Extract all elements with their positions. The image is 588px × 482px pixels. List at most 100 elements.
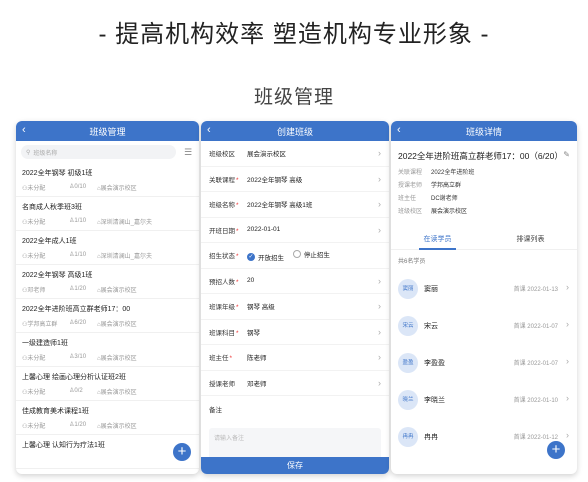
title-bar: ‹ 班级详情 (391, 121, 577, 141)
teacher: ⚇ 未分配 (22, 251, 69, 260)
teacher: ⚇ 未分配 (22, 421, 69, 430)
field-value: 邓老师 (247, 380, 267, 388)
student-row[interactable]: 宋云 宋云 首课 2022-01-07 › (391, 307, 577, 344)
filter-icon[interactable]: ☰ (182, 147, 194, 158)
save-button[interactable]: 保存 (201, 457, 389, 474)
class-name: 2022全年钢琴 初级1班 (22, 170, 93, 177)
class-list-screen: ‹ 班级管理 ⚲ 班级名称 ☰ 2022全年钢琴 初级1班 ⚇ 未分配 ♙ 0/10… (16, 121, 199, 474)
class-meta: ⚇ 未分配 ♙ 0/2 ⌂ 展会演示校区 (22, 387, 193, 396)
field-value: 2022全年钢琴 高级1班 (247, 202, 313, 210)
info-row: 授课老师 学邦高立群 (398, 180, 570, 193)
campus: ⌂ 展会演示校区 (97, 285, 137, 294)
chevron-right-icon: › (378, 275, 381, 286)
field-label: 预招人数 (209, 278, 235, 286)
field-value: 陈老师 (247, 355, 267, 363)
back-icon[interactable]: ‹ (397, 124, 401, 136)
required-mark: * (236, 304, 239, 312)
student-row[interactable]: 窦丽 窦丽 首课 2022-01-13 › (391, 270, 577, 307)
student-name: 宋云 (424, 322, 438, 330)
chevron-right-icon: › (566, 430, 569, 440)
tab-schedule[interactable]: 排课列表 (484, 232, 577, 249)
class-list-item[interactable]: 2022全年进阶班高立群老师17：00 ⚇ 学邦高立群 ♙ 6/20 ⌂ 展会演示校区 (16, 299, 199, 333)
class-list-item[interactable]: 2022全年钢琴 高级1班 ⚇ 邓老师 ♙ 1/20 ⌂ 展会演示校区 (16, 265, 199, 299)
tab-students[interactable]: 在读学员 (391, 232, 484, 250)
headline: - 提高机构效率 塑造机构专业形象 - (98, 21, 490, 48)
edit-icon[interactable]: ✎ (563, 150, 570, 159)
class-list-item[interactable]: 2022全年钢琴 初级1班 ⚇ 未分配 ♙ 0/10 ⌂ 展会演示校区 (16, 163, 199, 197)
campus-name: 展会演示校区 (100, 390, 137, 396)
first-lesson-date: 首课 2022-01-10 (513, 398, 558, 404)
campus: ⌂ 展会演示校区 (97, 421, 137, 430)
class-list-item[interactable]: 上馨心理 绘画心理分析认证班2班 ⚇ 未分配 ♙ 0/2 ⌂ 展会演示校区 (16, 367, 199, 401)
subtitle: 班级管理 (253, 87, 334, 108)
class-list-item[interactable]: 佳成教育美术课程1班 ⚇ 未分配 ♙ 1/20 ⌂ 展会演示校区 (16, 401, 199, 435)
enroll-count: ♙ 1/10 (69, 217, 97, 226)
back-icon[interactable]: ‹ (207, 124, 211, 136)
student-row[interactable]: 盈盈 李盈盈 首课 2022-01-07 › (391, 344, 577, 381)
field-value: 展会演示校区 (247, 151, 286, 159)
class-meta: ⚇ 学邦高立群 ♙ 6/20 ⌂ 展会演示校区 (22, 319, 193, 328)
info-key: 授课老师 (398, 183, 423, 189)
class-list-item[interactable]: 上馨心理 认知行为疗法1班 (16, 435, 199, 469)
back-icon[interactable]: ‹ (22, 124, 26, 136)
class-name: 上馨心理 认知行为疗法1班 (22, 442, 105, 449)
form-row[interactable]: 班主任* 陈老师 › (201, 345, 389, 371)
enroll-count: ♙ 0/10 (69, 183, 97, 192)
class-list-item[interactable]: 一级建造师1班 ⚇ 未分配 ♙ 3/10 ⌂ 展会演示校区 (16, 333, 199, 367)
teacher: ⚇ 未分配 (22, 217, 69, 226)
teacher: ⚇ 邓老师 (22, 285, 69, 294)
add-class-button[interactable]: + (173, 443, 191, 461)
class-list-item[interactable]: 名商成人秋季班3班 ⚇ 未分配 ♙ 1/10 ⌂ 深圳清澜山_嘉尔夫 (16, 197, 199, 231)
campus-name: 深圳清澜山_嘉尔夫 (100, 220, 152, 226)
class-list-item[interactable]: 2022全年成人1班 ⚇ 未分配 ♙ 1/10 ⌂ 深圳清澜山_嘉尔夫 (16, 231, 199, 265)
info-value: 学邦高立群 (431, 183, 462, 189)
required-mark: * (236, 227, 239, 235)
chevron-right-icon: › (378, 301, 381, 311)
field-value: 20 (247, 277, 255, 285)
teacher-name: 未分配 (27, 424, 46, 430)
campus: ⌂ 深圳清澜山_嘉尔夫 (97, 217, 152, 226)
radio-open-enroll[interactable]: ✓ 开放招生 (247, 252, 284, 262)
student-row[interactable]: 晓兰 李晓兰 首课 2022-01-10 › (391, 381, 577, 418)
teacher: ⚇ 未分配 (22, 353, 69, 362)
required-mark: * (236, 176, 239, 184)
form-row[interactable]: 预招人数* 20 › (201, 269, 389, 294)
form-row[interactable]: 班课科目* 钢琴 › (201, 320, 389, 345)
search-icon: ⚲ (26, 149, 31, 156)
campus-name: 展会演示校区 (100, 186, 137, 192)
field-label: 关联课程 (209, 176, 235, 184)
field-label: 班主任 (209, 355, 229, 363)
radio-label: 停止招生 (303, 251, 330, 259)
teacher-name: 未分配 (27, 186, 46, 192)
form-row[interactable]: 班级名称* 2022全年钢琴 高级1班 › (201, 192, 389, 218)
class-name: 名商成人秋季班3班 (22, 204, 82, 211)
chevron-right-icon: › (378, 224, 381, 235)
search-row: ⚲ 班级名称 ☰ (16, 141, 199, 163)
form-row[interactable]: 班级校区 展会演示校区 › (201, 141, 389, 167)
form-row[interactable]: 授课老师 邓老师 › (201, 371, 389, 396)
form-row[interactable]: 班课年级* 钢琴 高级 › (201, 294, 389, 320)
radio-stop-enroll[interactable]: 停止招生 (292, 249, 330, 259)
class-meta: ⚇ 未分配 ♙ 1/20 ⌂ 展会演示校区 (22, 421, 193, 430)
add-student-button[interactable]: + (547, 441, 565, 459)
enroll-count: ♙ 3/10 (69, 353, 97, 362)
count-value: 1/20 (74, 286, 87, 292)
title-bar: ‹ 班级管理 (16, 121, 199, 141)
class-title: 2022全年进阶班高立群老师17：00（6/20） (398, 151, 563, 161)
student-name: 窦丽 (424, 285, 438, 293)
avatar: 窦丽 (398, 278, 418, 299)
chevron-right-icon: › (378, 326, 381, 337)
first-lesson-date: 首课 2022-01-13 (513, 287, 558, 293)
count-value: 6/20 (74, 320, 87, 326)
note-placeholder: 请输入备注 (214, 435, 245, 442)
enroll-count: ♙ 6/20 (69, 319, 97, 328)
search-input[interactable]: ⚲ 班级名称 (21, 145, 176, 159)
screen-title: 班级详情 (465, 126, 502, 137)
form-row[interactable]: 开班日期* 2022-01-01 › (201, 218, 389, 243)
class-name: 上馨心理 绘画心理分析认证班2班 (22, 374, 126, 381)
campus-name: 深圳清澜山_嘉尔夫 (100, 254, 152, 260)
field-label: 备注 (209, 406, 222, 414)
class-meta: ⚇ 未分配 ♙ 0/10 ⌂ 展会演示校区 (22, 183, 193, 192)
form-row[interactable]: 关联课程* 2022全年钢琴 高级 › (201, 167, 389, 192)
class-title-row: 2022全年进阶班高立群老师17：00（6/20） ✎ (391, 141, 577, 163)
